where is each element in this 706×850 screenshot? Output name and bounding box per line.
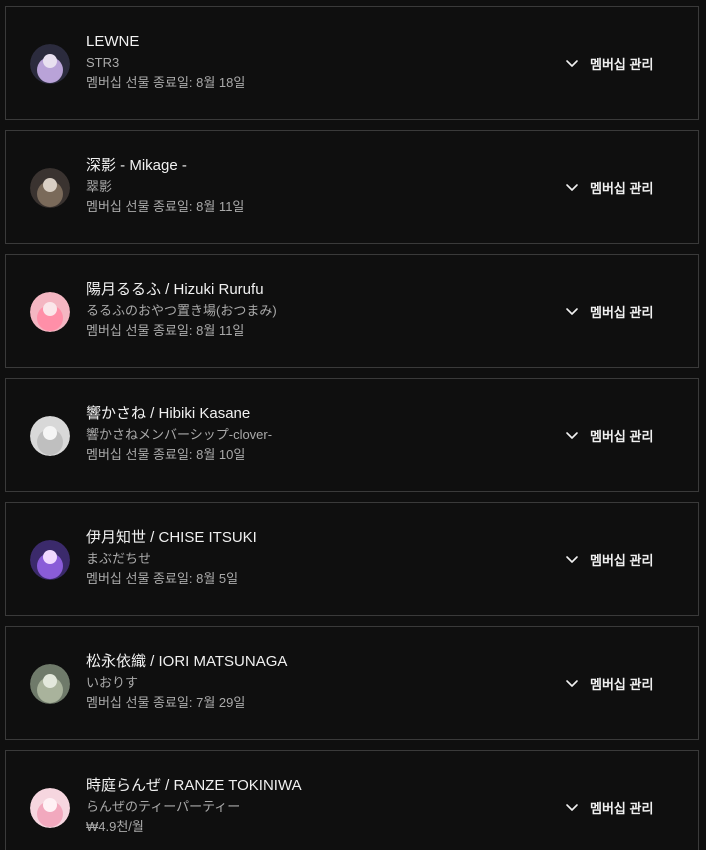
avatar-image [30,44,70,84]
membership-tier: まぶだちせ [86,551,152,566]
avatar-image [30,416,70,456]
avatar-image [30,788,70,828]
membership-card-7: 時庭らんぜ / RANZE TOKINIWA らんぜのティーパーティー ₩4.9… [5,750,699,850]
avatar[interactable] [30,168,70,208]
membership-detail: 멤버십 선물 종료일: 7월 29일 [86,695,246,710]
channel-name[interactable]: 時庭らんぜ / RANZE TOKINIWA [86,775,546,797]
manage-membership-button[interactable]: 멤버십 관리 [564,50,653,76]
membership-card-2: 深影 - Mikage - 翠影 멤버십 선물 종료일: 8월 11일 멤버십 … [5,130,699,244]
avatar-image [30,540,70,580]
manage-membership-label: 멤버십 관리 [590,552,654,568]
membership-tier: いおりす [86,675,139,690]
manage-membership-button[interactable]: 멤버십 관리 [564,422,653,448]
channel-name[interactable]: 響かさね / Hibiki Kasane [86,403,546,425]
membership-list: LEWNE STR3 멤버십 선물 종료일: 8월 18일 멤버십 관리 深影 … [0,0,706,850]
membership-card-5: 伊月知世 / CHISE ITSUKI まぶだちせ 멤버십 선물 종료일: 8월… [5,502,699,616]
channel-name[interactable]: LEWNE [86,31,546,53]
membership-card-4: 響かさね / Hibiki Kasane 響かさねメンバーシップ-clover-… [5,378,699,492]
manage-membership-button[interactable]: 멤버십 관리 [564,174,653,200]
membership-card-6: 松永依織 / IORI MATSUNAGA いおりす 멤버십 선물 종료일: 7… [5,626,699,740]
channel-name[interactable]: 伊月知世 / CHISE ITSUKI [86,527,546,549]
manage-membership-label: 멤버십 관리 [590,800,654,816]
manage-membership-button[interactable]: 멤버십 관리 [564,298,653,324]
avatar[interactable] [30,416,70,456]
manage-membership-button[interactable]: 멤버십 관리 [564,546,653,572]
avatar[interactable] [30,44,70,84]
chevron-down-icon [566,60,578,67]
channel-name[interactable]: 松永依織 / IORI MATSUNAGA [86,651,546,673]
chevron-down-icon [566,432,578,439]
membership-tier: 翠影 [86,179,113,194]
channel-name[interactable]: 深影 - Mikage - [86,155,546,177]
membership-detail: 멤버십 선물 종료일: 8월 5일 [86,571,239,586]
avatar[interactable] [30,292,70,332]
chevron-down-icon [566,308,578,315]
manage-membership-label: 멤버십 관리 [590,676,654,692]
avatar-image [30,168,70,208]
chevron-down-icon [566,804,578,811]
membership-price: ₩4.9천/월 [86,819,144,834]
manage-membership-label: 멤버십 관리 [590,56,654,72]
membership-detail: 멤버십 선물 종료일: 8월 18일 [86,75,246,90]
chevron-down-icon [566,680,578,687]
membership-detail: 멤버십 선물 종료일: 8월 11일 [86,323,245,338]
avatar-image [30,292,70,332]
avatar[interactable] [30,664,70,704]
membership-detail: 멤버십 선물 종료일: 8월 10일 [86,447,246,462]
membership-tier: 響かさねメンバーシップ-clover- [86,427,273,442]
manage-membership-label: 멤버십 관리 [590,428,654,444]
manage-membership-button[interactable]: 멤버십 관리 [564,670,653,696]
avatar-image [30,664,70,704]
membership-card-1: LEWNE STR3 멤버십 선물 종료일: 8월 18일 멤버십 관리 [5,6,699,120]
chevron-down-icon [566,556,578,563]
avatar[interactable] [30,788,70,828]
membership-tier: るるふのおやつ置き場(おつまみ) [86,303,277,318]
avatar[interactable] [30,540,70,580]
chevron-down-icon [566,184,578,191]
manage-membership-label: 멤버십 관리 [590,304,654,320]
membership-card-3: 陽月るるふ / Hizuki Rurufu るるふのおやつ置き場(おつまみ) 멤… [5,254,699,368]
membership-detail: 멤버십 선물 종료일: 8월 11일 [86,199,245,214]
membership-tier: STR3 [86,55,120,70]
channel-name[interactable]: 陽月るるふ / Hizuki Rurufu [86,279,546,301]
manage-membership-button[interactable]: 멤버십 관리 [564,794,653,820]
manage-membership-label: 멤버십 관리 [590,180,654,196]
membership-tier: らんぜのティーパーティー [86,799,241,814]
